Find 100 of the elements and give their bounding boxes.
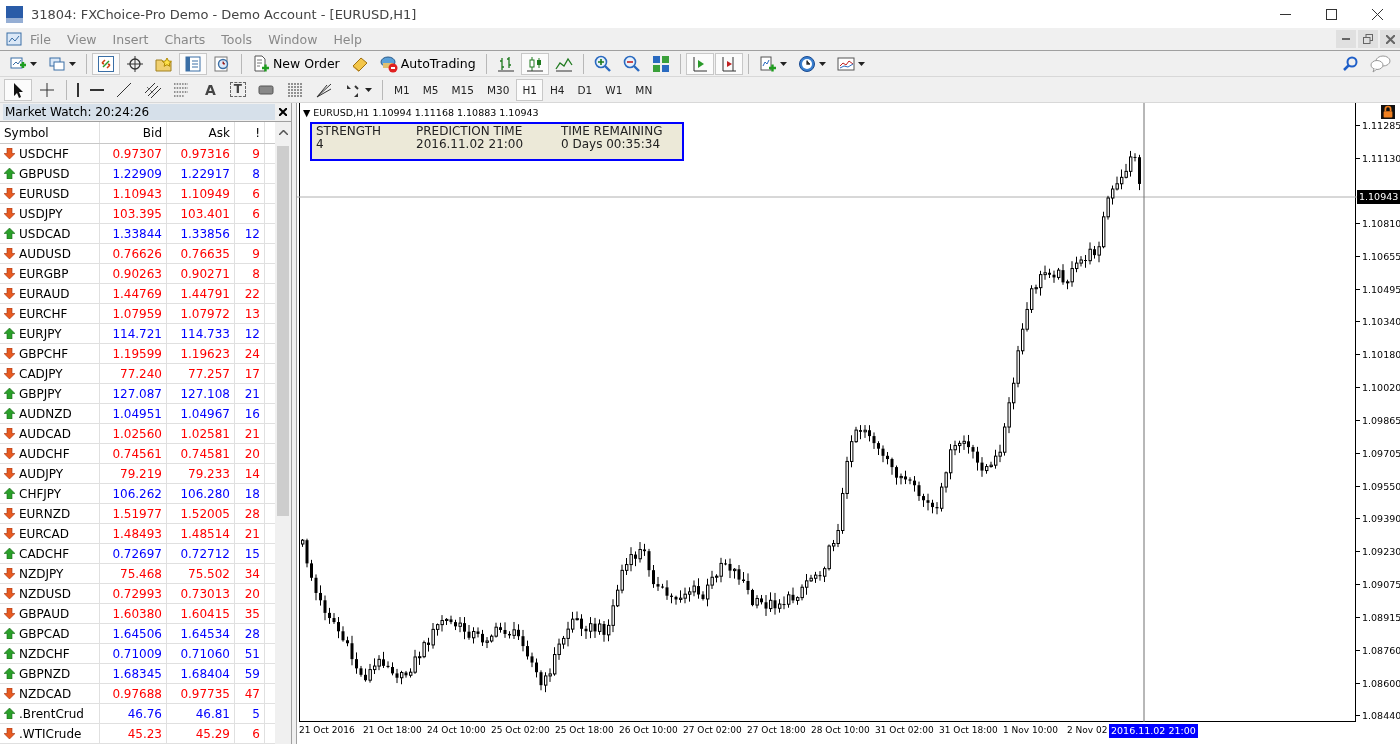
bid-cell: 1.68345 (100, 664, 167, 683)
spread-cell: 9 (235, 144, 265, 163)
ask-cell: 75.502 (167, 564, 235, 583)
time-label: 25 Oct 02:00 (491, 725, 550, 735)
timeframe-button[interactable]: W1 (599, 78, 629, 101)
symbol-cell: NZDCHF (19, 646, 70, 661)
ask-cell: 1.64534 (167, 624, 235, 643)
text-button[interactable]: A (197, 78, 224, 101)
info-heading: STRENGTH (316, 125, 383, 138)
symbol-cell: GBPCAD (19, 626, 70, 641)
column-header[interactable]: Bid (100, 122, 167, 143)
bid-cell: 0.74561 (100, 444, 167, 463)
bid-cell: 0.90263 (100, 264, 167, 283)
timeframe-button[interactable]: H1 (516, 78, 543, 101)
ask-cell: 127.108 (167, 384, 235, 403)
spread-cell: 8 (235, 164, 265, 183)
timeframe-button[interactable]: M1 (388, 78, 416, 101)
spread-cell: 16 (235, 404, 265, 423)
symbol-cell: GBPAUD (19, 606, 70, 621)
bid-cell: 1.07959 (100, 304, 167, 323)
ask-cell: 1.52005 (167, 504, 235, 523)
timeframe-button[interactable]: D1 (571, 78, 599, 101)
symbol-cell: GBPNZD (19, 666, 71, 681)
ask-cell: 45.29 (167, 724, 235, 743)
symbol-cell: CADCHF (19, 546, 70, 561)
bid-cell: 127.087 (100, 384, 167, 403)
spread-cell: 17 (235, 364, 265, 383)
bid-cell: 1.51977 (100, 504, 167, 523)
price-label: 1.09550 (1362, 480, 1400, 492)
ask-cell: 0.97735 (167, 684, 235, 703)
spread-cell: 18 (235, 484, 265, 503)
bid-cell: 1.64506 (100, 624, 167, 643)
ask-cell: 1.22917 (167, 164, 235, 183)
symbol-cell: NZDUSD (19, 586, 72, 601)
price-label: 1.11130 (1362, 152, 1400, 164)
bid-cell: 1.60380 (100, 604, 167, 623)
bid-cell: 0.97688 (100, 684, 167, 703)
time-label: 26 Oct 10:00 (619, 725, 678, 735)
ask-cell: 1.60415 (167, 604, 235, 623)
time-label: 21 Oct 2016 (299, 725, 355, 735)
symbol-cell: EURCAD (19, 526, 69, 541)
timeframe-button[interactable]: H4 (543, 78, 571, 101)
ask-cell: 0.73013 (167, 584, 235, 603)
autotrading-button[interactable]: AutoTrading (374, 52, 481, 75)
spread-cell: 47 (235, 684, 265, 703)
bid-cell: 1.48493 (100, 524, 167, 543)
spread-cell: 20 (235, 444, 265, 463)
ask-cell: 0.76635 (167, 244, 235, 263)
price-label: 1.11285 (1362, 120, 1400, 131)
text-label-button[interactable]: T (224, 78, 252, 101)
time-label: 25 Oct 18:00 (555, 725, 614, 735)
price-label: 1.08760 (1362, 644, 1400, 656)
bid-cell: 45.23 (100, 724, 167, 743)
column-header[interactable]: Symbol (0, 122, 100, 143)
timeframe-button[interactable]: M5 (416, 78, 445, 101)
ask-cell: 0.90271 (167, 264, 235, 283)
bid-cell: 0.71009 (100, 644, 167, 663)
spread-cell: 9 (235, 244, 265, 263)
timeframe-button[interactable]: M15 (445, 78, 480, 101)
bid-cell: 0.72993 (100, 584, 167, 603)
bid-cell: 0.72697 (100, 544, 167, 563)
ask-cell: 79.233 (167, 464, 235, 483)
collapse-marker[interactable]: ▼ (303, 107, 311, 118)
symbol-cell: EURNZD (19, 506, 71, 521)
bid-cell: 1.04951 (100, 404, 167, 423)
info-heading: PREDICTION TIME (416, 125, 524, 138)
symbol-cell: USDCAD (19, 226, 71, 241)
spread-cell: 21 (235, 424, 265, 443)
ask-cell: 1.04967 (167, 404, 235, 423)
symbol-cell: EURJPY (19, 326, 62, 341)
column-header[interactable]: Ask (167, 122, 235, 143)
bid-cell: 75.468 (100, 564, 167, 583)
ask-cell: 0.72712 (167, 544, 235, 563)
price-label: 1.09390 (1362, 513, 1400, 525)
column-header[interactable]: ! (235, 122, 265, 143)
spread-cell: 34 (235, 564, 265, 583)
price-label: 1.08440 (1362, 710, 1400, 722)
price-label: 1.10340 (1362, 316, 1400, 328)
price-label: 1.08600 (1362, 677, 1400, 689)
spread-cell: 8 (235, 264, 265, 283)
info-heading: TIME REMAINING (561, 125, 663, 138)
symbol-cell: AUDNZD (19, 406, 72, 421)
timeframe-button[interactable]: M30 (480, 78, 516, 101)
ask-cell: 1.07972 (167, 304, 235, 323)
info-value: 2016.11.02 21:00 (416, 138, 525, 151)
ask-cell: 1.68404 (167, 664, 235, 683)
spread-cell: 12 (235, 224, 265, 243)
bid-cell: 103.395 (100, 204, 167, 223)
price-label: 1.09705 (1362, 447, 1400, 459)
bid-cell: 0.97307 (100, 144, 167, 163)
new-order-button[interactable]: New Order (247, 52, 345, 75)
time-label: 28 Oct 10:00 (811, 725, 870, 735)
bid-cell: 1.10943 (100, 184, 167, 203)
ask-cell: 1.02581 (167, 424, 235, 443)
price-label: 1.10180 (1362, 349, 1400, 361)
timeframe-button[interactable]: MN (629, 78, 659, 101)
symbol-cell: GBPCHF (19, 346, 69, 361)
price-label: 1.09865 (1362, 414, 1400, 426)
bid-cell: 1.02560 (100, 424, 167, 443)
symbol-cell: GBPJPY (19, 386, 62, 401)
